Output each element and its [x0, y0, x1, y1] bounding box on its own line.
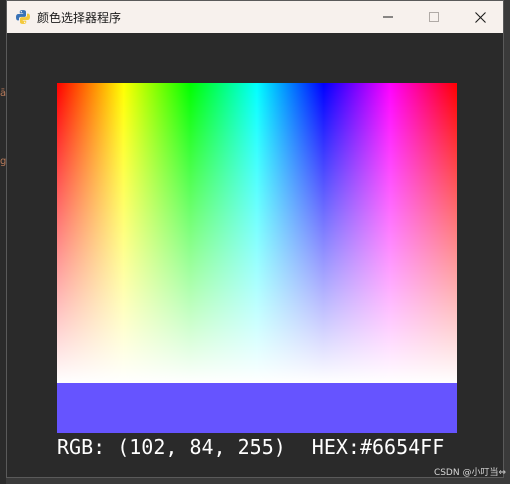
background-glyph: g [0, 156, 7, 167]
client-area: RGB: (102, 84, 255) HEX:#6654FF [7, 33, 503, 477]
maximize-button[interactable] [411, 1, 457, 33]
window-controls [365, 1, 503, 33]
maximize-icon [429, 12, 439, 22]
window-title: 颜色选择器程序 [37, 10, 122, 25]
title-bar[interactable]: 颜色选择器程序 [7, 1, 503, 33]
minimize-icon [383, 16, 393, 18]
selected-color-swatch [57, 383, 457, 433]
hex-value-text: HEX:#6654FF [311, 435, 445, 459]
minimize-button[interactable] [365, 1, 411, 33]
close-button[interactable] [457, 1, 503, 33]
python-icon [15, 9, 31, 25]
color-spectrum-picker[interactable] [57, 83, 457, 383]
watermark-text: CSDN @小叮当⇔ [433, 468, 506, 478]
app-window: 颜色选择器程序 RGB: (102, 84, 255) HEX:#6654FF [6, 0, 504, 478]
close-icon [474, 11, 486, 23]
rgb-value-text: RGB: (102, 84, 255) [57, 435, 286, 459]
background-glyph: ā [0, 88, 7, 99]
color-readout: RGB: (102, 84, 255) HEX:#6654FF [57, 433, 444, 461]
